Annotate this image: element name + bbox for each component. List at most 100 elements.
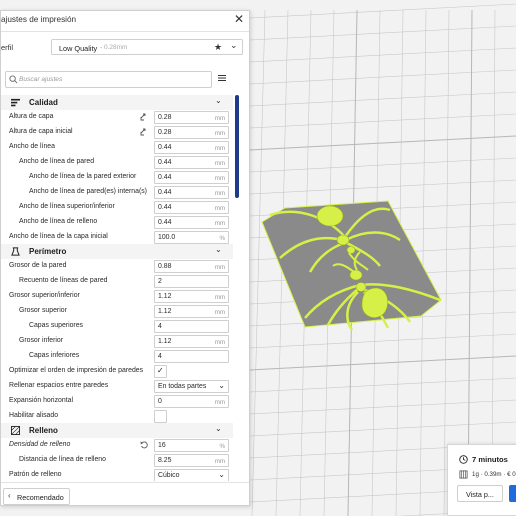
setting-label: Ancho de línea superior/inferior <box>19 203 115 210</box>
setting-dropdown[interactable]: En todas partes ⌄ <box>154 380 229 393</box>
setting-value: Cúbico <box>158 472 180 479</box>
preview-button[interactable]: Vista p... <box>457 485 503 502</box>
setting-dropdown[interactable]: Cúbico ⌄ <box>154 469 229 481</box>
chevron-down-icon: ⌄ <box>230 40 238 50</box>
chevron-down-icon: ⌄ <box>215 245 222 254</box>
reset-icon[interactable] <box>140 441 148 449</box>
setting-checkbox[interactable]: ✓ <box>154 365 167 378</box>
setting-unit: mm <box>214 159 225 167</box>
setting-unit: mm <box>214 308 225 316</box>
chevron-down-icon: ⌄ <box>215 424 222 433</box>
setting-field[interactable]: 4 <box>154 350 229 363</box>
setting-row: Rellenar espacios entre paredes En todas… <box>1 379 233 394</box>
setting-field[interactable]: 0.28 mm <box>154 111 229 124</box>
setting-label: Grosor inferior <box>19 337 64 344</box>
print-estimate-card: 7 minutos 1g · 0.39m · € 0 Vista p... <box>447 444 516 516</box>
setting-unit: mm <box>214 114 225 122</box>
setting-field[interactable]: 1.12 mm <box>154 305 229 318</box>
search-input[interactable] <box>19 73 204 86</box>
setting-value: 0.44 <box>158 144 172 151</box>
scrollbar-thumb[interactable] <box>234 95 239 198</box>
category-relleno[interactable]: Relleno ⌄ <box>1 423 233 438</box>
category-label: Relleno <box>29 426 58 435</box>
setting-field[interactable]: 0.44 mm <box>154 201 229 214</box>
profile-name: Low Quality <box>59 43 98 53</box>
setting-label: Ancho de línea de la pared exterior <box>29 173 137 180</box>
setting-field[interactable]: 1.12 mm <box>154 290 229 303</box>
setting-row: Capas inferiores 4 <box>1 349 233 364</box>
setting-label: Rellenar espacios entre paredes <box>9 382 109 389</box>
setting-checkbox[interactable] <box>154 410 167 423</box>
setting-unit: mm <box>214 174 225 182</box>
divider <box>1 31 249 32</box>
setting-row: Capas superiores 4 <box>1 319 233 334</box>
setting-value: 0.44 <box>158 159 172 166</box>
setting-unit: % <box>219 442 225 450</box>
setting-field[interactable]: 100.0 % <box>154 231 229 244</box>
setting-field[interactable]: 0.44 mm <box>154 186 229 199</box>
profile-label: erfil <box>1 43 14 52</box>
setting-value: 1.12 <box>158 293 172 300</box>
setting-label: Ancho de línea de pared(es) interna(s) <box>29 188 147 195</box>
setting-field[interactable]: 8.25 mm <box>154 454 229 467</box>
setting-row: Densidad de relleno 16 % <box>1 438 233 453</box>
setting-field[interactable]: 2 <box>154 275 229 288</box>
setting-unit: % <box>219 234 225 242</box>
profile-selector[interactable]: Low Quality - 0.28mm ★ ⌄ <box>51 39 243 55</box>
setting-label: Grosor superior <box>19 307 67 314</box>
setting-row: Ancho de línea 0.44 mm <box>1 140 233 155</box>
settings-menu-icon[interactable] <box>218 74 226 82</box>
close-icon[interactable]: ✕ <box>234 13 244 25</box>
setting-label: Ancho de línea de relleno <box>19 218 98 225</box>
slice-button[interactable] <box>509 485 516 502</box>
build-plate <box>261 200 442 328</box>
preview-label: Vista p... <box>466 490 494 499</box>
category-calidad[interactable]: Calidad ⌄ <box>1 95 233 110</box>
search-box[interactable] <box>5 71 212 88</box>
setting-field[interactable]: 0.44 mm <box>154 171 229 184</box>
panel-title: ajustes de impresión <box>1 15 77 24</box>
setting-row: Recuento de líneas de pared 2 <box>1 274 233 289</box>
link-icon[interactable] <box>140 128 148 136</box>
search-icon <box>9 75 18 84</box>
setting-value: En todas partes <box>158 383 207 390</box>
setting-field[interactable]: 16 % <box>154 439 229 452</box>
setting-field[interactable]: 4 <box>154 320 229 333</box>
setting-value: 8.25 <box>158 457 172 464</box>
setting-value: 16 <box>158 442 166 449</box>
setting-row: Optimizar el orden de impresión de pared… <box>1 364 233 379</box>
setting-value: 1.12 <box>158 308 172 315</box>
star-icon[interactable]: ★ <box>214 42 222 53</box>
setting-field[interactable]: 0.28 mm <box>154 126 229 139</box>
setting-field[interactable]: 0.44 mm <box>154 156 229 169</box>
setting-field[interactable]: 0 mm <box>154 395 229 408</box>
setting-row: Patrón de relleno Cúbico ⌄ <box>1 468 233 481</box>
setting-label: Ancho de línea de la capa inicial <box>9 233 108 240</box>
setting-value: 0.44 <box>158 174 172 181</box>
perimeter-icon <box>11 247 20 256</box>
setting-unit: mm <box>214 263 225 271</box>
link-icon[interactable] <box>140 113 148 121</box>
setting-field[interactable]: 1.12 mm <box>154 335 229 348</box>
setting-unit: mm <box>214 189 225 197</box>
setting-row: Expansión horizontal 0 mm <box>1 394 233 409</box>
setting-field[interactable]: 0.44 mm <box>154 216 229 229</box>
setting-label: Patrón de relleno <box>9 471 62 478</box>
setting-value: 0 <box>158 398 162 405</box>
setting-field[interactable]: 0.88 mm <box>154 260 229 273</box>
setting-label: Altura de capa inicial <box>9 128 73 135</box>
setting-label: Grosor superior/inferior <box>9 292 80 299</box>
recommended-button[interactable]: ‹ Recomendado <box>3 488 70 505</box>
category-perimetro[interactable]: Perímetro ⌄ <box>1 244 233 259</box>
setting-unit: mm <box>214 338 225 346</box>
setting-value: 0.28 <box>158 114 172 121</box>
setting-label: Capas inferiores <box>29 352 80 359</box>
setting-row: Distancia de línea de relleno 8.25 mm <box>1 453 233 468</box>
setting-unit: mm <box>214 398 225 406</box>
setting-row: Ancho de línea de la capa inicial 100.0 … <box>1 230 233 245</box>
setting-label: Recuento de líneas de pared <box>19 277 108 284</box>
setting-field[interactable]: 0.44 mm <box>154 141 229 154</box>
chevron-down-icon: ⌄ <box>215 96 222 105</box>
setting-unit: mm <box>214 219 225 227</box>
print-settings-panel: ajustes de impresión ✕ erfil Low Quality… <box>0 10 250 506</box>
